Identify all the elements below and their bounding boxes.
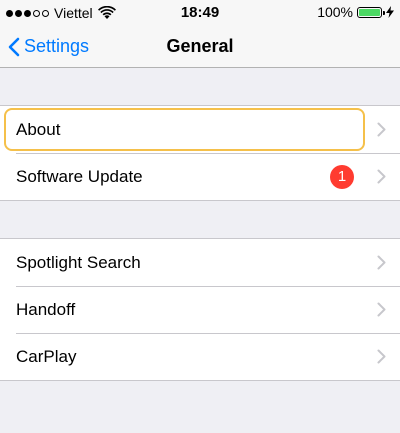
settings-group: Spotlight Search Handoff CarPlay: [0, 238, 400, 381]
list-item-label: Software Update: [16, 166, 143, 186]
chevron-right-icon: [377, 255, 386, 270]
list-item-label: Spotlight Search: [16, 252, 141, 272]
list-item-label: About: [16, 119, 61, 139]
chevron-right-icon: [377, 349, 386, 364]
battery-percent: 100%: [317, 4, 353, 20]
settings-group: About Software Update 1: [0, 105, 400, 201]
navigation-bar: Settings General: [0, 26, 400, 68]
list-item-handoff[interactable]: Handoff: [0, 286, 400, 333]
list-item-label: CarPlay: [16, 346, 77, 366]
list-item-label: Handoff: [16, 299, 76, 319]
notification-badge: 1: [330, 165, 354, 189]
list-item-software-update[interactable]: Software Update 1: [0, 153, 400, 200]
battery-icon: [357, 6, 385, 18]
charging-bolt-icon: [386, 6, 394, 18]
battery-level: [359, 8, 380, 16]
chevron-right-icon: [377, 302, 386, 317]
chevron-right-icon: [377, 169, 386, 184]
page-title: General: [166, 36, 234, 56]
list-item-spotlight-search[interactable]: Spotlight Search: [0, 239, 400, 286]
status-right: 100%: [317, 4, 394, 20]
list-item-about[interactable]: About: [0, 106, 400, 153]
status-bar: Viettel 18:49 100%: [0, 0, 400, 26]
list-item-carplay[interactable]: CarPlay: [0, 333, 400, 380]
battery-tip: [383, 10, 385, 15]
chevron-right-icon: [377, 122, 386, 137]
